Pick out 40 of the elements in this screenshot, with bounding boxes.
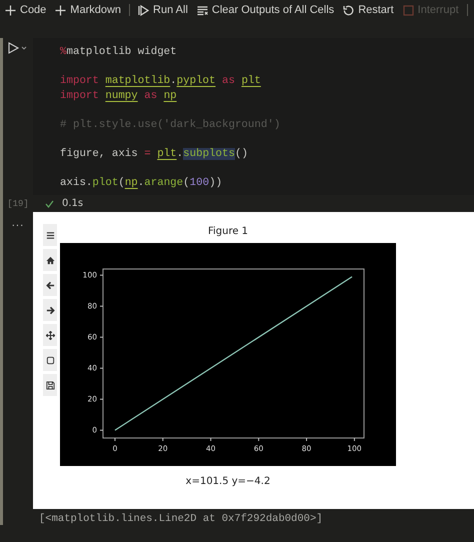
code-line: import numpy as np [60, 89, 178, 104]
code-editor[interactable]: %matplotlib widget import matplotlib.pyplot as plt import numpy as np # plt.style.use('dark_background') figure, axis = plt.subplots() axis.plot(np.arange(100)) [33, 38, 474, 195]
figure-title: Figure 1 [208, 225, 248, 239]
clear-icon [196, 4, 208, 16]
execution-time: 0.1s [62, 198, 84, 209]
toolbar-button[interactable]: Clear Outputs of All Cells [196, 4, 336, 16]
run-icon [138, 4, 150, 16]
toolbar-button[interactable]: Markdown [54, 4, 122, 16]
code-line: axis.plot(np.arange(100)) [60, 176, 224, 191]
output-text: [<matplotlib.lines.Line2D at 0x7f292dab0d00>] [38, 512, 323, 525]
figure-tool-button[interactable] [43, 274, 57, 296]
toolbar-button[interactable]: Code [4, 4, 48, 16]
code-line: # plt.style.use('dark_background') [60, 118, 282, 133]
save-icon [46, 380, 54, 390]
figure-tool-button[interactable] [43, 349, 57, 371]
stop-icon [402, 4, 414, 16]
code-line: %matplotlib widget [60, 45, 178, 60]
move-icon [46, 330, 54, 340]
figure-tool-button[interactable] [43, 299, 57, 321]
left-arrow-icon [46, 280, 54, 290]
home-icon [46, 256, 54, 264]
cursor-coordinates: x=101.5 y=−4.2 [186, 476, 270, 487]
menu-icon [46, 230, 54, 240]
figure-tool-button[interactable] [43, 324, 57, 346]
restart-icon [343, 4, 354, 16]
toolbar-button[interactable]: Run All [137, 4, 189, 16]
square-icon [46, 356, 54, 364]
plus-icon [55, 4, 66, 16]
check-icon [45, 200, 54, 208]
figure-tool-button[interactable] [43, 374, 57, 396]
plus-icon [5, 4, 16, 16]
code-line: import matplotlib.pyplot as plt [60, 74, 262, 89]
code-line: figure, axis = plt.subplots() [60, 147, 249, 162]
execution-count: [19] [7, 198, 29, 208]
toolbar-button[interactable]: Restart [342, 4, 395, 16]
run-cell-icon[interactable] [8, 42, 28, 54]
figure-tool-button[interactable] [43, 249, 57, 271]
right-arrow-icon [46, 306, 54, 314]
more-options[interactable]: ... [12, 218, 24, 229]
figure-tool-button[interactable] [43, 224, 57, 246]
